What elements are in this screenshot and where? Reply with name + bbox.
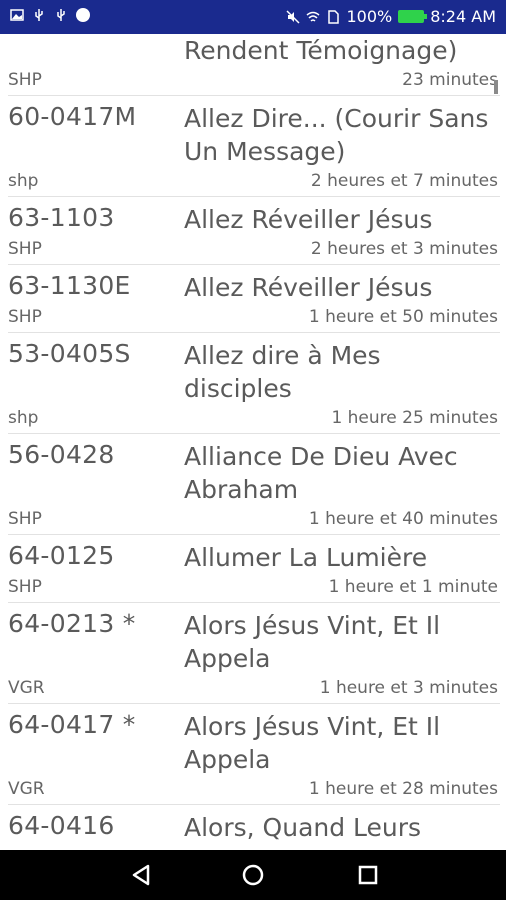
item-title: Allez Réveiller Jésus: [184, 205, 433, 234]
usb-icon: [35, 9, 43, 21]
list-item[interactable]: 60-0417M Allez Dire... (Courir Sans Un M…: [8, 96, 500, 197]
item-meta: SHP 1 heure et 1 minute: [8, 574, 500, 602]
item-title: Allumer La Lumière: [184, 543, 428, 572]
item-source: VGR: [8, 678, 45, 698]
image-icon: [10, 9, 24, 21]
scrollbar[interactable]: [494, 80, 498, 94]
item-source: SHP: [8, 509, 42, 529]
home-icon[interactable]: [240, 862, 266, 888]
item-meta: SHP 1 heure et 40 minutes: [8, 506, 500, 534]
item-meta: shp 2 heures et 7 minutes: [8, 168, 500, 196]
item-duration: 1 heure et 3 minutes: [319, 678, 498, 698]
message-list-inner: Rendent Témoignage) SHP 23 minutes 60-04…: [0, 34, 506, 850]
list-item[interactable]: 63-1103 Allez Réveiller Jésus SHP 2 heur…: [8, 197, 500, 265]
item-duration: 1 heure et 50 minutes: [308, 307, 498, 327]
item-meta: VGR 1 heure et 3 minutes: [8, 675, 500, 703]
item-title: Alors, Quand Leurs: [184, 813, 422, 842]
list-item[interactable]: 64-0416 Alors, Quand Leurs: [8, 805, 500, 850]
list-item[interactable]: 64-0125 Allumer La Lumière SHP 1 heure e…: [8, 535, 500, 603]
item-meta: VGR 1 heure et 28 minutes: [8, 776, 500, 804]
list-item[interactable]: 56-0428 Alliance De Dieu Avec Abraham SH…: [8, 434, 500, 535]
message-list[interactable]: Rendent Témoignage) SHP 23 minutes 60-04…: [0, 34, 506, 850]
usb-icon: [57, 9, 65, 21]
item-code: 64-0416: [8, 811, 115, 840]
item-duration: 1 heure 25 minutes: [331, 408, 498, 428]
item-meta: SHP 1 heure et 50 minutes: [8, 304, 500, 332]
list-item[interactable]: 64-0417 * Alors Jésus Vint, Et Il Appela…: [8, 704, 500, 805]
item-code: 64-0125: [8, 541, 115, 570]
item-title: Alors Jésus Vint, Et Il Appela: [184, 712, 441, 774]
status-right-icons: 100% 8:24 AM: [286, 7, 496, 26]
list-item[interactable]: 63-1130E Allez Réveiller Jésus SHP 1 heu…: [8, 265, 500, 333]
item-code: 53-0405S: [8, 339, 131, 368]
mute-icon: [286, 9, 301, 24]
item-title: Rendent Témoignage): [184, 36, 458, 65]
item-title: Allez Réveiller Jésus: [184, 273, 433, 302]
navigation-bar: [0, 850, 506, 900]
item-source: SHP: [8, 577, 42, 597]
item-duration: 1 heure et 40 minutes: [308, 509, 498, 529]
item-title: Alors Jésus Vint, Et Il Appela: [184, 611, 441, 673]
battery-icon: [398, 10, 428, 23]
item-source: SHP: [8, 239, 42, 259]
recent-apps-icon[interactable]: [355, 862, 381, 888]
item-title: Allez dire à Mes disciples: [184, 341, 381, 403]
item-code: 63-1130E: [8, 271, 131, 300]
item-code: 60-0417M: [8, 102, 137, 131]
item-title: Alliance De Dieu Avec Abraham: [184, 442, 458, 504]
item-code: 64-0417 *: [8, 710, 136, 739]
item-duration: 23 minutes: [402, 70, 498, 90]
item-meta: shp 1 heure 25 minutes: [8, 405, 500, 433]
item-title: Allez Dire... (Courir Sans Un Message): [184, 104, 489, 166]
item-code: 64-0213 *: [8, 609, 136, 638]
list-item[interactable]: 64-0213 * Alors Jésus Vint, Et Il Appela…: [8, 603, 500, 704]
item-source: VGR: [8, 779, 45, 799]
circle-icon: [76, 8, 90, 22]
list-item[interactable]: 53-0405S Allez dire à Mes disciples shp …: [8, 333, 500, 434]
battery-percent: 100%: [346, 7, 393, 26]
item-duration: 2 heures et 3 minutes: [310, 239, 498, 259]
item-meta: SHP 23 minutes: [8, 67, 500, 95]
item-source: SHP: [8, 70, 42, 90]
status-bar: 100% 8:24 AM: [0, 0, 506, 34]
wifi-icon: [307, 11, 320, 22]
item-source: shp: [8, 408, 39, 428]
item-source: SHP: [8, 307, 42, 327]
item-duration: 1 heure et 28 minutes: [308, 779, 498, 799]
item-duration: 2 heures et 7 minutes: [310, 171, 498, 191]
sim-icon: [328, 9, 340, 24]
item-code: 56-0428: [8, 440, 115, 469]
status-left-icons: [10, 8, 90, 22]
list-item[interactable]: Rendent Témoignage) SHP 23 minutes: [8, 34, 500, 96]
back-icon[interactable]: [128, 862, 154, 888]
item-code: 63-1103: [8, 203, 115, 232]
item-meta: SHP 2 heures et 3 minutes: [8, 236, 500, 264]
item-duration: 1 heure et 1 minute: [328, 577, 498, 597]
item-source: shp: [8, 171, 39, 191]
status-time: 8:24 AM: [430, 7, 496, 26]
